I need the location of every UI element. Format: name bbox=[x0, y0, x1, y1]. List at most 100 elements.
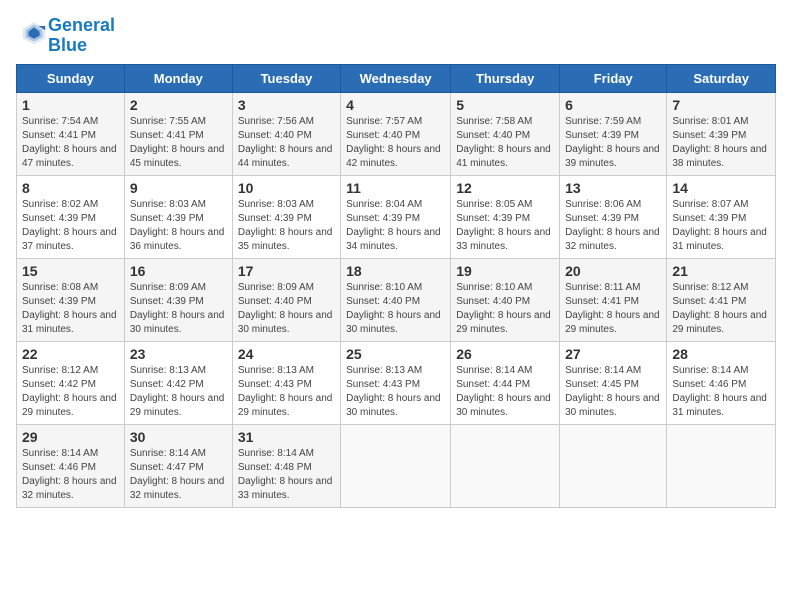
day-number: 12 bbox=[456, 180, 554, 196]
day-number: 29 bbox=[22, 429, 119, 445]
day-number: 28 bbox=[672, 346, 770, 362]
day-number: 3 bbox=[238, 97, 335, 113]
day-header-saturday: Saturday bbox=[667, 64, 776, 92]
day-number: 14 bbox=[672, 180, 770, 196]
day-number: 4 bbox=[346, 97, 445, 113]
calendar-cell: 13 Sunrise: 8:06 AM Sunset: 4:39 PM Dayl… bbox=[560, 175, 667, 258]
day-detail: Sunrise: 8:10 AM Sunset: 4:40 PM Dayligh… bbox=[456, 281, 554, 337]
day-number: 22 bbox=[22, 346, 119, 362]
calendar-cell: 22 Sunrise: 8:12 AM Sunset: 4:42 PM Dayl… bbox=[17, 341, 125, 424]
day-number: 10 bbox=[238, 180, 335, 196]
day-detail: Sunrise: 8:14 AM Sunset: 4:46 PM Dayligh… bbox=[672, 364, 770, 420]
day-number: 11 bbox=[346, 180, 445, 196]
calendar-table: SundayMondayTuesdayWednesdayThursdayFrid… bbox=[16, 64, 776, 508]
logo-text: General Blue bbox=[48, 16, 115, 56]
day-detail: Sunrise: 8:01 AM Sunset: 4:39 PM Dayligh… bbox=[672, 115, 770, 171]
day-number: 26 bbox=[456, 346, 554, 362]
calendar-cell: 15 Sunrise: 8:08 AM Sunset: 4:39 PM Dayl… bbox=[17, 258, 125, 341]
calendar-cell: 18 Sunrise: 8:10 AM Sunset: 4:40 PM Dayl… bbox=[341, 258, 451, 341]
day-detail: Sunrise: 7:55 AM Sunset: 4:41 PM Dayligh… bbox=[130, 115, 227, 171]
day-detail: Sunrise: 8:13 AM Sunset: 4:42 PM Dayligh… bbox=[130, 364, 227, 420]
calendar-cell: 24 Sunrise: 8:13 AM Sunset: 4:43 PM Dayl… bbox=[232, 341, 340, 424]
week-row-5: 29 Sunrise: 8:14 AM Sunset: 4:46 PM Dayl… bbox=[17, 424, 776, 507]
calendar-cell: 6 Sunrise: 7:59 AM Sunset: 4:39 PM Dayli… bbox=[560, 92, 667, 175]
week-row-4: 22 Sunrise: 8:12 AM Sunset: 4:42 PM Dayl… bbox=[17, 341, 776, 424]
day-detail: Sunrise: 8:04 AM Sunset: 4:39 PM Dayligh… bbox=[346, 198, 445, 254]
day-detail: Sunrise: 8:13 AM Sunset: 4:43 PM Dayligh… bbox=[238, 364, 335, 420]
day-number: 31 bbox=[238, 429, 335, 445]
calendar-cell: 20 Sunrise: 8:11 AM Sunset: 4:41 PM Dayl… bbox=[560, 258, 667, 341]
calendar-cell: 3 Sunrise: 7:56 AM Sunset: 4:40 PM Dayli… bbox=[232, 92, 340, 175]
calendar-cell bbox=[667, 424, 776, 507]
calendar-cell bbox=[451, 424, 560, 507]
day-header-monday: Monday bbox=[124, 64, 232, 92]
day-detail: Sunrise: 8:14 AM Sunset: 4:45 PM Dayligh… bbox=[565, 364, 661, 420]
calendar-cell: 29 Sunrise: 8:14 AM Sunset: 4:46 PM Dayl… bbox=[17, 424, 125, 507]
calendar-cell: 5 Sunrise: 7:58 AM Sunset: 4:40 PM Dayli… bbox=[451, 92, 560, 175]
calendar-cell: 17 Sunrise: 8:09 AM Sunset: 4:40 PM Dayl… bbox=[232, 258, 340, 341]
calendar-cell: 10 Sunrise: 8:03 AM Sunset: 4:39 PM Dayl… bbox=[232, 175, 340, 258]
day-detail: Sunrise: 7:57 AM Sunset: 4:40 PM Dayligh… bbox=[346, 115, 445, 171]
day-number: 17 bbox=[238, 263, 335, 279]
day-detail: Sunrise: 8:12 AM Sunset: 4:41 PM Dayligh… bbox=[672, 281, 770, 337]
calendar-cell: 8 Sunrise: 8:02 AM Sunset: 4:39 PM Dayli… bbox=[17, 175, 125, 258]
day-detail: Sunrise: 8:03 AM Sunset: 4:39 PM Dayligh… bbox=[238, 198, 335, 254]
calendar-cell: 11 Sunrise: 8:04 AM Sunset: 4:39 PM Dayl… bbox=[341, 175, 451, 258]
day-detail: Sunrise: 8:05 AM Sunset: 4:39 PM Dayligh… bbox=[456, 198, 554, 254]
week-row-3: 15 Sunrise: 8:08 AM Sunset: 4:39 PM Dayl… bbox=[17, 258, 776, 341]
calendar-cell: 26 Sunrise: 8:14 AM Sunset: 4:44 PM Dayl… bbox=[451, 341, 560, 424]
day-detail: Sunrise: 8:12 AM Sunset: 4:42 PM Dayligh… bbox=[22, 364, 119, 420]
day-detail: Sunrise: 8:09 AM Sunset: 4:39 PM Dayligh… bbox=[130, 281, 227, 337]
day-header-wednesday: Wednesday bbox=[341, 64, 451, 92]
day-header-tuesday: Tuesday bbox=[232, 64, 340, 92]
day-detail: Sunrise: 8:14 AM Sunset: 4:46 PM Dayligh… bbox=[22, 447, 119, 503]
logo-icon bbox=[20, 19, 48, 47]
day-detail: Sunrise: 8:14 AM Sunset: 4:44 PM Dayligh… bbox=[456, 364, 554, 420]
day-detail: Sunrise: 8:08 AM Sunset: 4:39 PM Dayligh… bbox=[22, 281, 119, 337]
day-number: 23 bbox=[130, 346, 227, 362]
calendar-cell: 7 Sunrise: 8:01 AM Sunset: 4:39 PM Dayli… bbox=[667, 92, 776, 175]
day-number: 2 bbox=[130, 97, 227, 113]
day-detail: Sunrise: 8:14 AM Sunset: 4:47 PM Dayligh… bbox=[130, 447, 227, 503]
day-number: 13 bbox=[565, 180, 661, 196]
day-detail: Sunrise: 8:02 AM Sunset: 4:39 PM Dayligh… bbox=[22, 198, 119, 254]
day-detail: Sunrise: 8:07 AM Sunset: 4:39 PM Dayligh… bbox=[672, 198, 770, 254]
calendar-cell: 25 Sunrise: 8:13 AM Sunset: 4:43 PM Dayl… bbox=[341, 341, 451, 424]
calendar-cell bbox=[560, 424, 667, 507]
day-detail: Sunrise: 8:10 AM Sunset: 4:40 PM Dayligh… bbox=[346, 281, 445, 337]
calendar-cell: 28 Sunrise: 8:14 AM Sunset: 4:46 PM Dayl… bbox=[667, 341, 776, 424]
calendar-cell: 12 Sunrise: 8:05 AM Sunset: 4:39 PM Dayl… bbox=[451, 175, 560, 258]
calendar-cell: 9 Sunrise: 8:03 AM Sunset: 4:39 PM Dayli… bbox=[124, 175, 232, 258]
day-detail: Sunrise: 8:11 AM Sunset: 4:41 PM Dayligh… bbox=[565, 281, 661, 337]
day-number: 15 bbox=[22, 263, 119, 279]
day-detail: Sunrise: 7:59 AM Sunset: 4:39 PM Dayligh… bbox=[565, 115, 661, 171]
calendar-cell: 2 Sunrise: 7:55 AM Sunset: 4:41 PM Dayli… bbox=[124, 92, 232, 175]
day-detail: Sunrise: 7:54 AM Sunset: 4:41 PM Dayligh… bbox=[22, 115, 119, 171]
day-number: 1 bbox=[22, 97, 119, 113]
calendar-cell: 1 Sunrise: 7:54 AM Sunset: 4:41 PM Dayli… bbox=[17, 92, 125, 175]
day-detail: Sunrise: 8:03 AM Sunset: 4:39 PM Dayligh… bbox=[130, 198, 227, 254]
day-header-thursday: Thursday bbox=[451, 64, 560, 92]
calendar-cell: 4 Sunrise: 7:57 AM Sunset: 4:40 PM Dayli… bbox=[341, 92, 451, 175]
day-number: 24 bbox=[238, 346, 335, 362]
day-header-friday: Friday bbox=[560, 64, 667, 92]
calendar-cell: 31 Sunrise: 8:14 AM Sunset: 4:48 PM Dayl… bbox=[232, 424, 340, 507]
calendar-cell: 27 Sunrise: 8:14 AM Sunset: 4:45 PM Dayl… bbox=[560, 341, 667, 424]
day-detail: Sunrise: 8:14 AM Sunset: 4:48 PM Dayligh… bbox=[238, 447, 335, 503]
day-number: 27 bbox=[565, 346, 661, 362]
day-number: 5 bbox=[456, 97, 554, 113]
week-row-1: 1 Sunrise: 7:54 AM Sunset: 4:41 PM Dayli… bbox=[17, 92, 776, 175]
calendar-cell: 19 Sunrise: 8:10 AM Sunset: 4:40 PM Dayl… bbox=[451, 258, 560, 341]
day-header-sunday: Sunday bbox=[17, 64, 125, 92]
day-number: 25 bbox=[346, 346, 445, 362]
calendar-cell: 21 Sunrise: 8:12 AM Sunset: 4:41 PM Dayl… bbox=[667, 258, 776, 341]
calendar-cell: 16 Sunrise: 8:09 AM Sunset: 4:39 PM Dayl… bbox=[124, 258, 232, 341]
day-number: 6 bbox=[565, 97, 661, 113]
calendar-cell: 14 Sunrise: 8:07 AM Sunset: 4:39 PM Dayl… bbox=[667, 175, 776, 258]
logo: General Blue bbox=[16, 16, 115, 56]
day-number: 7 bbox=[672, 97, 770, 113]
day-number: 20 bbox=[565, 263, 661, 279]
calendar-cell: 23 Sunrise: 8:13 AM Sunset: 4:42 PM Dayl… bbox=[124, 341, 232, 424]
calendar-cell bbox=[341, 424, 451, 507]
calendar-header-row: SundayMondayTuesdayWednesdayThursdayFrid… bbox=[17, 64, 776, 92]
